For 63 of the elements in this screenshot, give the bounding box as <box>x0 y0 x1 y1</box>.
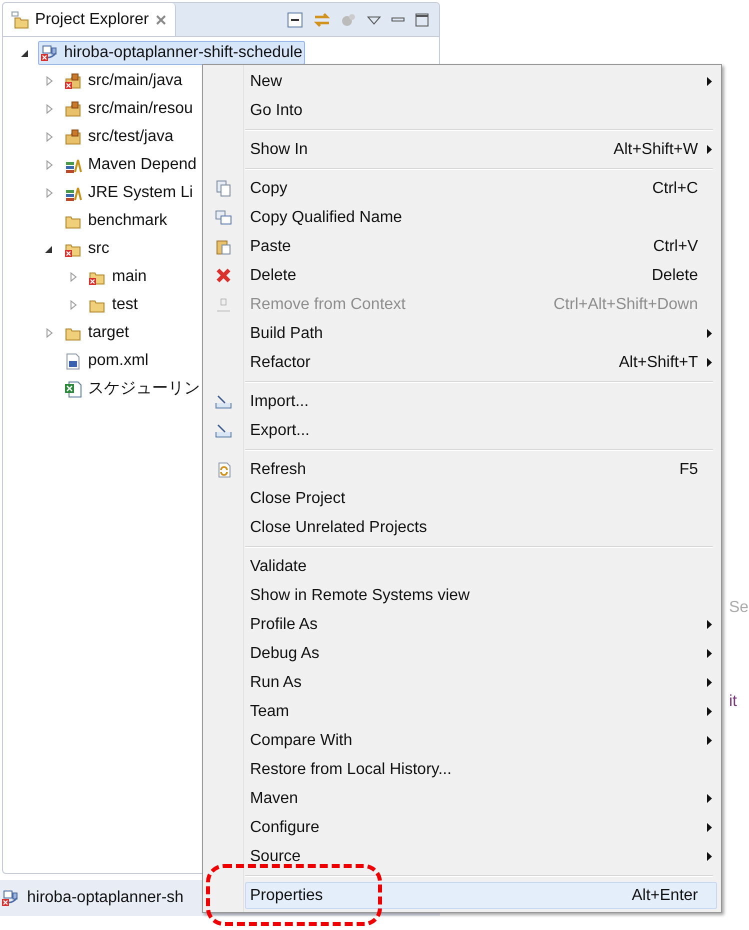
view-tab[interactable]: Project Explorer <box>3 3 176 36</box>
menu-item[interactable]: Team <box>245 698 717 725</box>
tree-item[interactable]: src/main/java <box>62 69 186 93</box>
menu-item[interactable]: Paste Ctrl+V <box>245 233 717 260</box>
link-arrows-icon[interactable] <box>313 12 331 28</box>
menu-item[interactable]: Import... <box>245 388 717 415</box>
close-icon[interactable] <box>154 14 167 26</box>
menu-item[interactable]: Copy Ctrl+C <box>245 175 717 202</box>
maven-file-icon <box>65 352 82 370</box>
menu-item[interactable]: Go Into <box>245 97 717 124</box>
background-text: it <box>729 692 738 712</box>
background-text: Se <box>729 598 749 618</box>
menu-item[interactable]: Export... <box>245 417 717 444</box>
view-title: Project Explorer <box>35 10 149 30</box>
menu-item[interactable]: Properties Alt+Enter <box>245 882 717 909</box>
menu-item[interactable]: Refactor Alt+Shift+T <box>245 349 717 376</box>
menu-item[interactable]: Compare With <box>245 727 717 754</box>
delete-icon <box>214 267 232 284</box>
tree-item[interactable]: Maven Depend <box>62 153 200 177</box>
menu-item[interactable]: Show In Alt+Shift+W <box>245 136 717 163</box>
menu-item[interactable]: Source <box>245 843 717 870</box>
import-icon <box>214 393 232 410</box>
menu-item[interactable]: Close Project <box>245 485 717 512</box>
tree-item[interactable]: src/main/resou <box>62 97 196 121</box>
status-text: hiroba-optaplanner-sh <box>27 888 184 908</box>
tree-item[interactable]: pom.xml <box>62 349 152 373</box>
tree-item[interactable]: src <box>62 237 112 261</box>
menu-item[interactable]: Validate <box>245 553 717 580</box>
tree-item[interactable]: benchmark <box>62 209 170 233</box>
folders-icon <box>11 10 29 28</box>
tree-item[interactable]: main <box>86 265 150 289</box>
tree-item[interactable]: hiroba-optaplanner-shift-schedule <box>38 41 306 65</box>
menu-item[interactable]: Restore from Local History... <box>245 756 717 783</box>
tree-item[interactable]: test <box>86 293 141 317</box>
menu-item[interactable]: Maven <box>245 785 717 812</box>
remove-icon <box>214 296 232 313</box>
menu-item[interactable]: Configure <box>245 814 717 841</box>
menu-item[interactable]: Build Path <box>245 320 717 347</box>
collapse-all-icon[interactable] <box>287 12 303 28</box>
export-icon <box>214 422 232 439</box>
menu-item[interactable]: Refresh F5 <box>245 456 717 483</box>
package-folder-icon <box>65 128 82 146</box>
menu-item[interactable]: Debug As <box>245 640 717 667</box>
tree-item[interactable]: JRE System Li <box>62 181 196 205</box>
view-menu-icon[interactable] <box>367 14 381 24</box>
menu-item[interactable]: Copy Qualified Name <box>245 204 717 231</box>
copy-icon <box>214 180 232 197</box>
menu-item[interactable]: Delete Delete <box>245 262 717 289</box>
tree-item[interactable]: src/test/java <box>62 125 176 149</box>
clipboard-icon <box>214 238 232 255</box>
menu-item[interactable]: Close Unrelated Projects <box>245 514 717 541</box>
maximize-icon[interactable] <box>415 12 429 26</box>
tree-item[interactable]: スケジューリン <box>62 377 203 401</box>
tree-item[interactable]: target <box>62 321 132 345</box>
menu-item[interactable]: New <box>245 68 717 95</box>
package-folder-icon <box>65 100 82 118</box>
project-icon <box>41 44 58 62</box>
menu-item[interactable]: Profile As <box>245 611 717 638</box>
copy-name-icon <box>214 209 232 226</box>
package-folder-icon <box>65 72 82 90</box>
menu-item[interactable]: Run As <box>245 669 717 696</box>
menu-item[interactable]: Show in Remote Systems view <box>245 582 717 609</box>
excel-file-icon <box>65 380 82 398</box>
